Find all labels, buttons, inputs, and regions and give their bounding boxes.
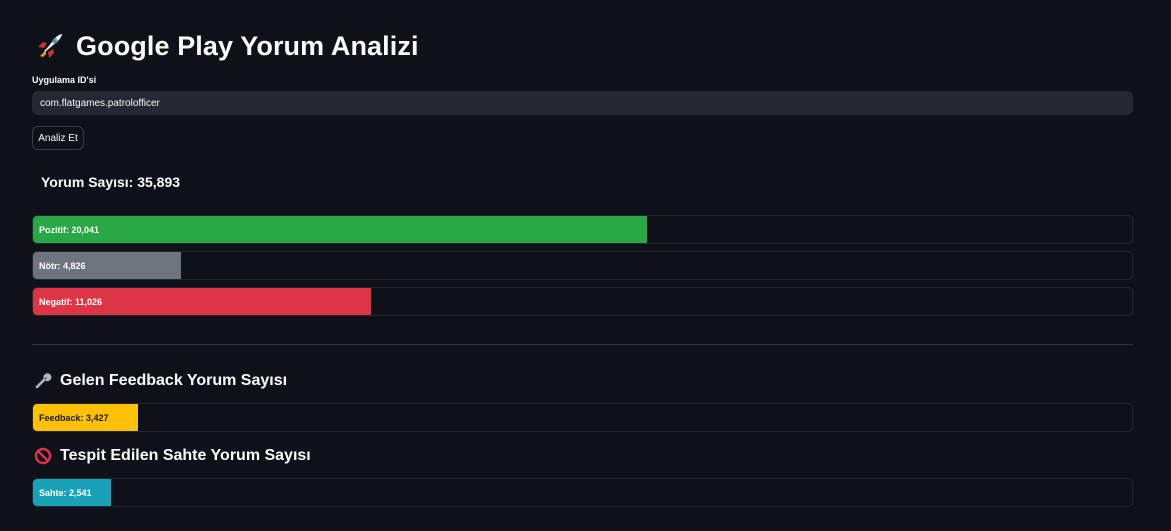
feedback-bar: Feedback: 3,427 <box>33 404 138 431</box>
feedback-heading: Gelen Feedback Yorum Sayısı <box>34 372 287 390</box>
neutral-bar-track: Nötr: 4,826 <box>32 251 1133 280</box>
analyze-button[interactable]: Analiz Et <box>32 126 84 150</box>
negative-bar: Negatif: 11,026 <box>33 288 371 315</box>
app-id-input[interactable] <box>32 91 1133 115</box>
title-text: Google Play Yorum Analizi <box>76 30 419 61</box>
section-divider <box>32 344 1133 345</box>
rocket-icon <box>38 34 62 58</box>
neutral-bar: Nötr: 4,826 <box>33 252 181 279</box>
page-title: Google Play Yorum Analizi <box>34 28 419 64</box>
feedback-heading-text: Gelen Feedback Yorum Sayısı <box>60 372 288 389</box>
positive-bar-track: Pozitif: 20,041 <box>32 215 1133 244</box>
feedback-bar-track: Feedback: 3,427 <box>32 403 1133 432</box>
app-page: Google Play Yorum Analizi Uygulama ID'si… <box>0 0 1171 531</box>
positive-bar: Pozitif: 20,041 <box>33 216 647 243</box>
app-id-label: Uygulama ID'si <box>32 75 97 85</box>
fake-heading: Tespit Edilen Sahte Yorum Sayısı <box>34 447 311 465</box>
prohibited-icon <box>34 447 52 465</box>
fake-heading-text: Tespit Edilen Sahte Yorum Sayısı <box>60 447 311 464</box>
review-count-heading: Yorum Sayısı: 35,893 <box>41 174 181 190</box>
negative-bar-track: Negatif: 11,026 <box>32 287 1133 316</box>
wrench-icon <box>35 373 52 389</box>
fake-bar: Sahte: 2,541 <box>33 479 111 506</box>
fake-bar-track: Sahte: 2,541 <box>32 478 1133 507</box>
